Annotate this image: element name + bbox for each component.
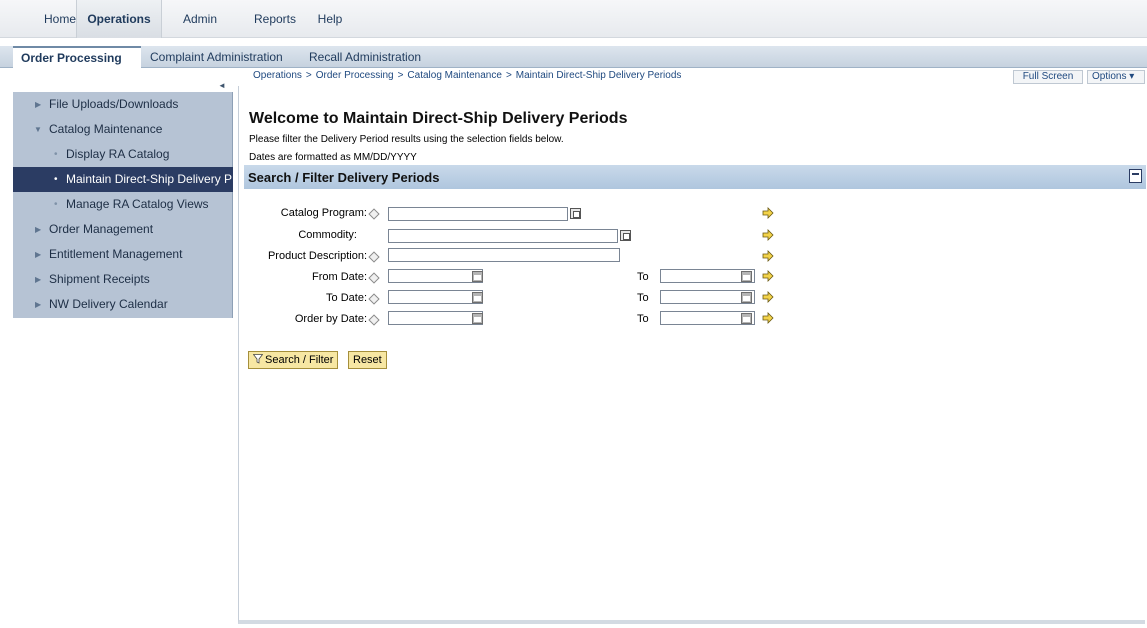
collapse-sidebar-icon[interactable]: ◄ [218,81,226,90]
commodity-input[interactable] [388,229,618,243]
sidebar-item-entitlement-management[interactable]: ▶ Entitlement Management [13,242,233,267]
arrow-right-icon[interactable] [762,207,774,219]
breadcrumb-separator: > [505,70,512,81]
main-content: Welcome to Maintain Direct-Ship Delivery… [238,86,1146,624]
date-format-note: Dates are formatted as MM/DD/YYYY [249,152,417,163]
tab-operations[interactable]: Operations [76,0,162,38]
bullet-icon: • [54,174,58,185]
breadcrumb-separator: > [305,70,312,81]
tab-help[interactable]: Help [310,0,350,38]
reset-button[interactable]: Reset [348,351,387,369]
breadcrumb: Operations > Order Processing > Catalog Main… [253,70,681,84]
search-filter-label: Search / Filter [265,354,334,366]
sidebar-item-file-uploads[interactable]: ▶ File Uploads/Downloads [13,92,233,117]
section-header: Search / Filter Delivery Periods [244,165,1146,189]
breadcrumb-catalog-maintenance[interactable]: Catalog Maintenance [407,70,502,81]
tab-admin[interactable]: Admin [176,0,224,38]
sidebar-item-nw-delivery-calendar[interactable]: ▶ NW Delivery Calendar [13,292,233,317]
options-menu-button[interactable]: Options ▾ [1087,70,1145,84]
page-title: Welcome to Maintain Direct-Ship Delivery… [249,110,628,127]
value-help-icon[interactable] [620,230,631,241]
calendar-icon[interactable] [741,271,752,282]
tab-complaint-administration[interactable]: Complaint Administration [150,46,300,68]
calendar-icon[interactable] [472,271,483,282]
expand-triangle-icon: ▶ [35,300,42,309]
required-diamond-icon [368,293,380,305]
bullet-icon: • [54,149,58,160]
order-by-date-label: Order by Date: [294,313,367,325]
bullet-icon: • [54,199,58,210]
sidebar-item-label: Manage RA Catalog Views [66,197,209,211]
search-filter-button[interactable]: Search / Filter [248,351,339,369]
from-date-start-input[interactable] [388,269,483,283]
arrow-right-icon[interactable] [762,312,774,324]
calendar-icon[interactable] [472,313,483,324]
collapse-triangle-icon: ▼ [34,125,42,134]
section-title: Search / Filter Delivery Periods [248,170,440,185]
sidebar: ▶ File Uploads/Downloads ▼ Catalog Maint… [13,92,233,318]
sidebar-item-label: Display RA Catalog [66,147,170,161]
to-label: To [637,271,649,283]
catalog-program-label: Catalog Program: [280,207,367,219]
tab-order-processing[interactable]: Order Processing [13,46,141,68]
from-date-label: From Date: [311,271,367,283]
calendar-icon[interactable] [741,292,752,303]
required-diamond-icon [368,272,380,284]
sidebar-item-label: Maintain Direct-Ship Delivery P [66,172,233,186]
tab-recall-administration[interactable]: Recall Administration [309,46,439,68]
product-description-input[interactable] [388,248,620,262]
expand-triangle-icon: ▶ [35,100,42,109]
sidebar-item-label: NW Delivery Calendar [49,297,168,311]
to-date-start-input[interactable] [388,290,483,304]
arrow-right-icon[interactable] [762,291,774,303]
commodity-label: Commodity: [298,229,357,241]
full-screen-button[interactable]: Full Screen [1013,70,1083,84]
product-description-label: Product Description: [267,250,367,262]
sidebar-item-label: File Uploads/Downloads [49,97,179,111]
sidebar-item-label: Shipment Receipts [49,272,150,286]
required-diamond-icon [368,251,380,263]
arrow-right-icon[interactable] [762,270,774,282]
breadcrumb-separator: > [397,70,404,81]
sidebar-item-manage-ra-catalog-views[interactable]: • Manage RA Catalog Views [13,192,233,217]
sub-navigation: Order Processing Complaint Administratio… [0,46,1147,68]
instructions-text: Please filter the Delivery Period result… [249,134,564,145]
expand-triangle-icon: ▶ [35,225,42,234]
value-help-icon[interactable] [570,208,581,219]
required-diamond-icon [368,208,380,220]
filter-icon [253,354,263,364]
expand-triangle-icon: ▶ [35,275,42,284]
arrow-right-icon[interactable] [762,229,774,241]
to-date-label: To Date: [326,292,367,304]
expand-triangle-icon: ▶ [35,250,42,259]
arrow-right-icon[interactable] [762,250,774,262]
required-diamond-icon [368,314,380,326]
sidebar-item-catalog-maintenance[interactable]: ▼ Catalog Maintenance [13,117,233,142]
sidebar-item-display-ra-catalog[interactable]: • Display RA Catalog [13,142,233,167]
to-label: To [637,313,649,325]
sidebar-item-order-management[interactable]: ▶ Order Management [13,217,233,242]
sidebar-item-label: Catalog Maintenance [49,122,163,136]
breadcrumb-order-processing[interactable]: Order Processing [316,70,394,81]
breadcrumb-current-page[interactable]: Maintain Direct-Ship Delivery Periods [516,70,682,81]
sidebar-item-maintain-direct-ship[interactable]: • Maintain Direct-Ship Delivery P [13,167,233,192]
minimize-icon[interactable] [1129,169,1142,183]
tab-home[interactable]: Home [40,0,80,38]
tab-reports[interactable]: Reports [248,0,302,38]
top-navigation: Home Operations Admin Reports Help [0,0,1147,38]
sidebar-item-label: Entitlement Management [49,247,183,261]
sidebar-item-shipment-receipts[interactable]: ▶ Shipment Receipts [13,267,233,292]
catalog-program-input[interactable] [388,207,568,221]
sidebar-item-label: Order Management [49,222,154,236]
to-label: To [637,292,649,304]
breadcrumb-operations[interactable]: Operations [253,70,302,81]
calendar-icon[interactable] [472,292,483,303]
calendar-icon[interactable] [741,313,752,324]
order-by-date-start-input[interactable] [388,311,483,325]
